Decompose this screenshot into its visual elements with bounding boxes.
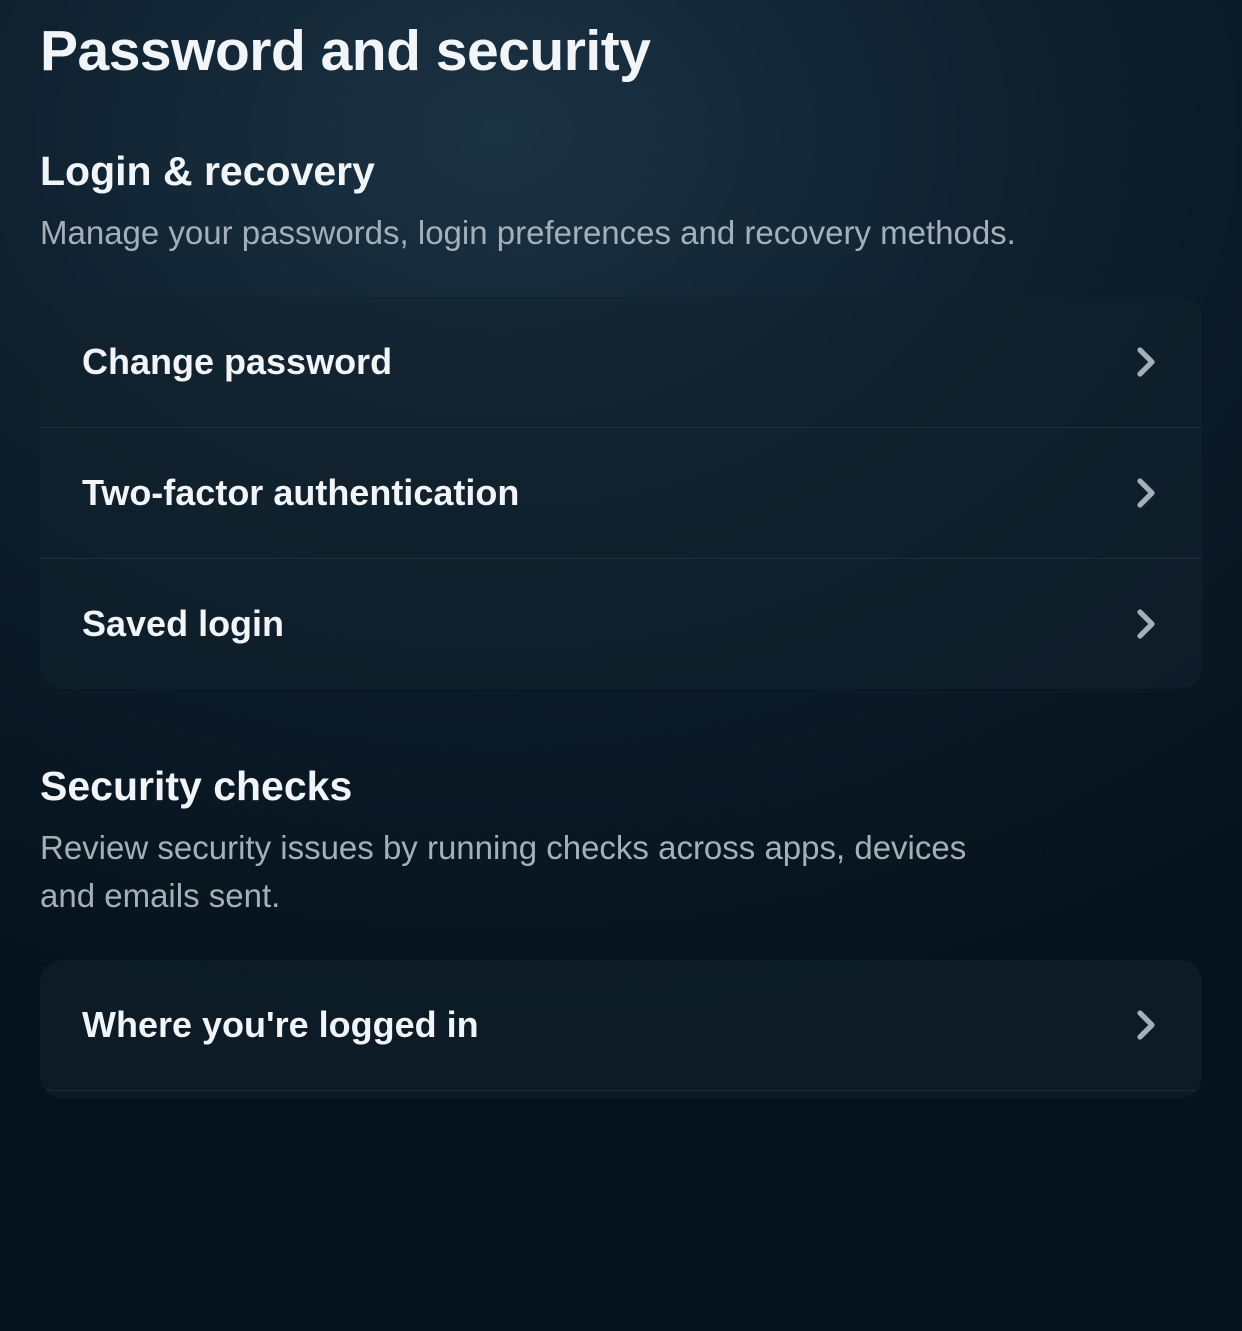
chevron-right-icon bbox=[1132, 479, 1160, 507]
login-recovery-description: Manage your passwords, login preferences… bbox=[40, 209, 1020, 257]
login-recovery-title: Login & recovery bbox=[40, 148, 1202, 195]
change-password-label: Change password bbox=[82, 341, 392, 383]
list-divider bbox=[40, 1090, 1202, 1098]
security-checks-description: Review security issues by running checks… bbox=[40, 824, 1020, 920]
chevron-right-icon bbox=[1132, 1011, 1160, 1039]
page-title: Password and security bbox=[40, 18, 1202, 84]
saved-login-label: Saved login bbox=[82, 603, 284, 645]
login-recovery-header: Login & recovery Manage your passwords, … bbox=[40, 148, 1202, 257]
two-factor-authentication-row[interactable]: Two-factor authentication bbox=[40, 427, 1202, 558]
change-password-row[interactable]: Change password bbox=[40, 297, 1202, 427]
security-checks-title: Security checks bbox=[40, 763, 1202, 810]
saved-login-row[interactable]: Saved login bbox=[40, 558, 1202, 689]
chevron-right-icon bbox=[1132, 348, 1160, 376]
chevron-right-icon bbox=[1132, 610, 1160, 638]
security-checks-header: Security checks Review security issues b… bbox=[40, 763, 1202, 920]
security-checks-group: Where you're logged in bbox=[40, 960, 1202, 1098]
two-factor-authentication-label: Two-factor authentication bbox=[82, 472, 519, 514]
where-youre-logged-in-row[interactable]: Where you're logged in bbox=[40, 960, 1202, 1090]
login-recovery-group: Change password Two-factor authenticatio… bbox=[40, 297, 1202, 689]
where-youre-logged-in-label: Where you're logged in bbox=[82, 1004, 479, 1046]
